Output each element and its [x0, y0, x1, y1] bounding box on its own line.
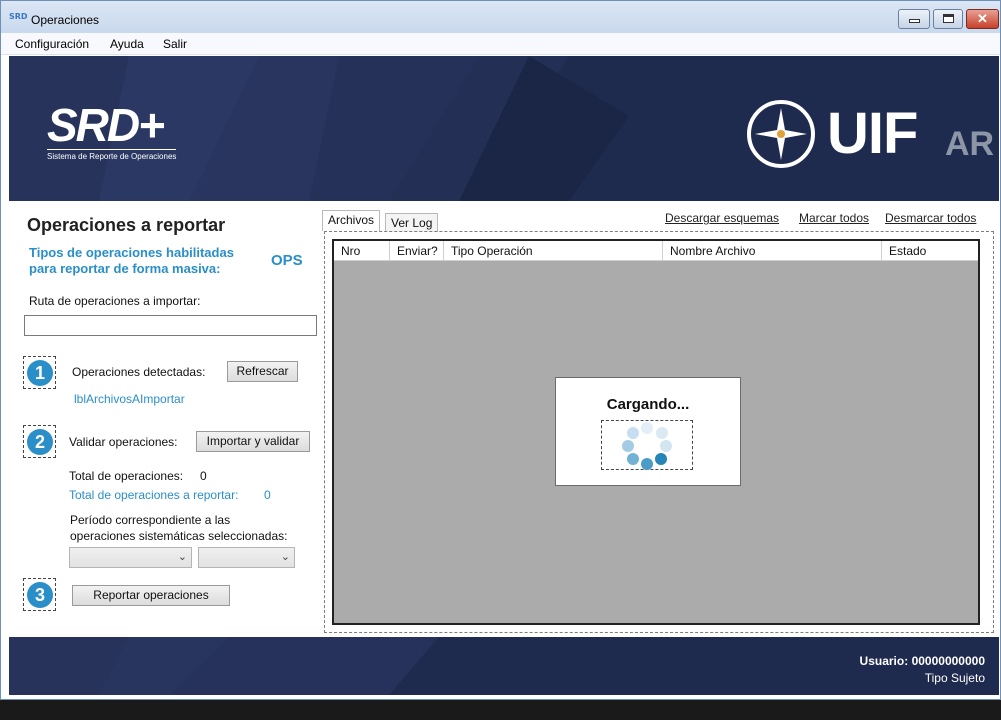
minimize-icon [909, 19, 920, 23]
srd-logo: SRD+ Sistema de Reporte de Operaciones [47, 99, 177, 161]
archivos-tab-panel: Nro Enviar? Tipo Operación Nombre Archiv… [324, 231, 994, 633]
loading-spinner [601, 420, 693, 470]
menu-salir[interactable]: Salir [163, 37, 187, 51]
uif-logo-ar: AR [945, 125, 995, 163]
chevron-down-icon: ⌄ [280, 551, 290, 563]
menu-configuracion[interactable]: Configuración [15, 37, 89, 51]
tab-ver-log[interactable]: Ver Log [385, 213, 439, 232]
tipo-sujeto-label: Tipo Sujeto [924, 671, 985, 685]
step-number: 2 [27, 429, 53, 455]
page-title: Operaciones a reportar [27, 215, 226, 235]
uif-logo-text: UIF [827, 101, 918, 166]
spinner-dot [656, 427, 668, 439]
column-header-enviar[interactable]: Enviar? [390, 241, 444, 261]
periodo-label-line2: operaciones sistemáticas seleccionadas: [70, 529, 288, 543]
spinner-dot [627, 453, 639, 465]
total-reportar-label: Total de operaciones a reportar: [69, 488, 239, 502]
operaciones-detectadas-label: Operaciones detectadas: [72, 365, 206, 379]
column-header-estado[interactable]: Estado [882, 241, 978, 261]
tab-archivos[interactable]: Archivos [322, 210, 381, 231]
compass-rose-icon [747, 100, 815, 168]
app-window: SRD Operaciones ✕ Configuración Ayuda Sa… [0, 0, 1001, 700]
usuario-line: Usuario: 00000000000 [860, 654, 985, 668]
main-panel: Operaciones a reportar Tipos de operacio… [9, 201, 999, 637]
column-header-nombre-archivo[interactable]: Nombre Archivo [663, 241, 882, 261]
validar-operaciones-label: Validar operaciones: [69, 435, 178, 449]
spinner-dot [641, 458, 653, 470]
close-icon: ✕ [977, 11, 988, 26]
desmarcar-todos-link[interactable]: Desmarcar todos [885, 211, 976, 225]
total-operaciones-value: 0 [200, 469, 207, 483]
spinner-dot [641, 422, 653, 434]
marcar-todos-link[interactable]: Marcar todos [799, 211, 869, 225]
column-header-nro[interactable]: Nro [334, 241, 390, 261]
title-bar[interactable]: SRD Operaciones ✕ [1, 1, 1000, 33]
descargar-esquemas-link[interactable]: Descargar esquemas [665, 211, 779, 225]
step-1-badge: 1 [23, 356, 56, 389]
srd-logo-title: SRD+ [47, 99, 165, 151]
periodo-anio-select[interactable]: ⌄ [198, 547, 295, 568]
taskbar [0, 700, 1001, 720]
step-3-badge: 3 [23, 578, 56, 611]
minimize-button[interactable] [898, 9, 930, 29]
step-number: 1 [27, 360, 53, 386]
spinner-dot [622, 440, 634, 452]
footer-bar: Usuario: 00000000000 Tipo Sujeto [9, 637, 999, 695]
app-icon: SRD [9, 12, 28, 21]
step-2-badge: 2 [23, 425, 56, 458]
footer-background [9, 637, 439, 695]
refrescar-button[interactable]: Refrescar [227, 361, 298, 382]
loading-text: Cargando... [606, 396, 690, 413]
menu-ayuda[interactable]: Ayuda [110, 37, 144, 51]
total-reportar-value: 0 [264, 488, 271, 502]
maximize-button[interactable] [933, 9, 963, 29]
ruta-input[interactable] [24, 315, 317, 336]
archivos-a-importar-label: lblArchivosAImportar [74, 392, 185, 406]
ops-value: OPS [271, 252, 303, 269]
spinner-dot [627, 427, 639, 439]
menu-bar: Configuración Ayuda Salir [1, 33, 1000, 55]
spinner-dot [655, 453, 667, 465]
loading-dialog: Cargando... [555, 377, 741, 486]
archivos-grid[interactable]: Nro Enviar? Tipo Operación Nombre Archiv… [332, 239, 980, 625]
periodo-mes-select[interactable]: ⌄ [69, 547, 192, 568]
usuario-value: 00000000000 [911, 654, 985, 668]
spinner-dot [660, 440, 672, 452]
total-operaciones-label: Total de operaciones: [69, 469, 184, 483]
maximize-icon [943, 14, 954, 23]
ruta-label: Ruta de operaciones a importar: [29, 294, 201, 308]
reportar-operaciones-button[interactable]: Reportar operaciones [72, 585, 230, 606]
header-banner: SRD+ Sistema de Reporte de Operaciones U… [9, 56, 999, 201]
usuario-label: Usuario: [859, 654, 909, 668]
window-title: Operaciones [31, 13, 100, 27]
close-button[interactable]: ✕ [966, 9, 999, 29]
step-number: 3 [27, 582, 53, 608]
grid-header: Nro Enviar? Tipo Operación Nombre Archiv… [334, 241, 978, 261]
column-header-tipo-operacion[interactable]: Tipo Operación [444, 241, 663, 261]
periodo-label-line1: Período correspondiente a las [70, 513, 231, 527]
chevron-down-icon: ⌄ [177, 551, 187, 563]
importar-validar-button[interactable]: Importar y validar [196, 431, 310, 452]
tipos-operaciones-label: Tipos de operaciones habilitadas para re… [29, 245, 234, 276]
